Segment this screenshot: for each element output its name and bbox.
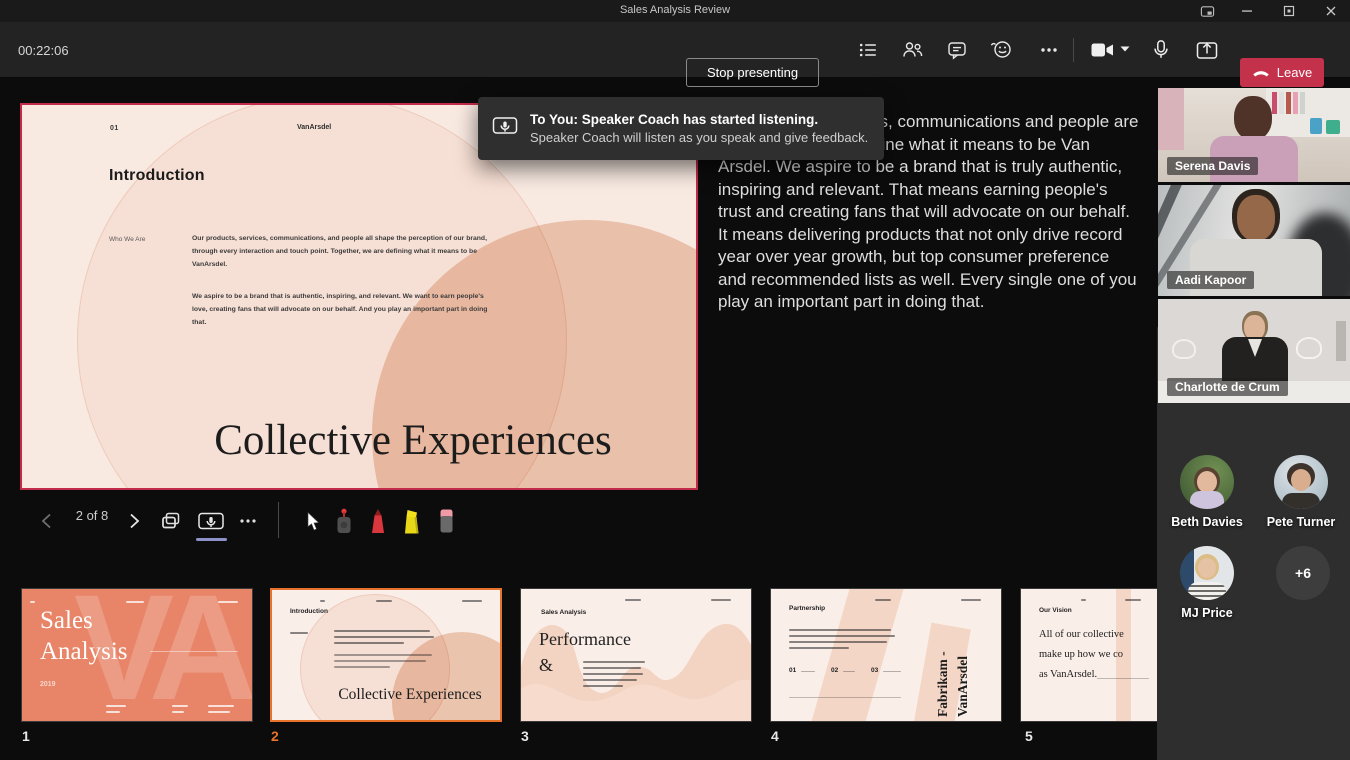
speaker-coach-toggle-icon[interactable] bbox=[194, 509, 228, 533]
slide-navigation: 2 of 8 bbox=[0, 498, 700, 544]
leave-button[interactable]: Leave bbox=[1240, 58, 1324, 87]
pop-out-icon[interactable] bbox=[1192, 0, 1222, 22]
thumbnail-number: 3 bbox=[521, 728, 529, 744]
thumbnail-step: 03 bbox=[871, 667, 878, 674]
more-options-icon[interactable] bbox=[1036, 37, 1062, 63]
speaker-coach-toast[interactable]: To You: Speaker Coach has started listen… bbox=[478, 97, 884, 160]
toast-title: To You: Speaker Coach has started listen… bbox=[530, 112, 868, 127]
video-background-chair bbox=[1296, 337, 1322, 359]
thumbnail-heading: Partnership bbox=[789, 605, 825, 612]
speaker-coach-active-indicator bbox=[196, 538, 227, 541]
avatar-pete[interactable] bbox=[1274, 455, 1328, 509]
window-title: Sales Analysis Review bbox=[0, 4, 1350, 16]
slide-thumbnail-3[interactable]: Sales Analysis Performance & bbox=[520, 588, 752, 722]
thumbnail-title-amp: & bbox=[539, 655, 553, 676]
next-slide-icon[interactable] bbox=[124, 513, 144, 529]
thumbnail-heading: Sales Analysis bbox=[541, 609, 586, 616]
toolbar-divider bbox=[1073, 38, 1074, 62]
current-slide[interactable]: 01 VanArsdel Introduction Who We Are Our… bbox=[20, 103, 698, 490]
participant-name-label: Serena Davis bbox=[1167, 157, 1258, 175]
slide-position-indicator: 2 of 8 bbox=[62, 508, 122, 523]
thumbnail-number: 2 bbox=[271, 728, 279, 744]
pen-tool[interactable] bbox=[366, 508, 390, 534]
participant-face bbox=[1234, 96, 1272, 140]
video-background bbox=[1336, 321, 1346, 361]
avatar-name: Pete Turner bbox=[1246, 515, 1350, 529]
camera-dropdown-icon[interactable] bbox=[1118, 37, 1132, 63]
slide-kicker: Who We Are bbox=[109, 236, 145, 243]
slide-thumbnail-4[interactable]: Partnership 01 02 03 Fabrikam - VanArsde… bbox=[770, 588, 1002, 722]
thumbnail-year: 2019 bbox=[40, 681, 56, 688]
reactions-icon[interactable] bbox=[988, 37, 1014, 63]
meeting-timer: 00:22:06 bbox=[18, 43, 69, 58]
thumbnail-title: Performance bbox=[539, 629, 631, 650]
thumbnail-heading: Introduction bbox=[290, 608, 328, 615]
video-tile-serena[interactable]: Serena Davis bbox=[1158, 88, 1350, 182]
slide-brand-logo: VanArsdel bbox=[297, 124, 331, 131]
video-tile-aadi[interactable]: Aadi Kapoor bbox=[1158, 185, 1350, 296]
slide-page-number: 01 bbox=[110, 125, 119, 132]
slide-title: Collective Experiences bbox=[190, 416, 636, 465]
eraser-tool[interactable] bbox=[434, 508, 458, 534]
slide-thumbnail-2[interactable]: Introduction Collective Experiences bbox=[270, 588, 502, 722]
meeting-notes-icon[interactable] bbox=[855, 37, 881, 63]
thumbnail-step: 01 bbox=[789, 667, 796, 674]
slide-body-paragraph: Our products, services, communications, … bbox=[192, 232, 492, 271]
slide-heading: Introduction bbox=[109, 167, 205, 185]
participants-icon[interactable] bbox=[899, 37, 925, 63]
thumbnail-number: 5 bbox=[1025, 728, 1033, 744]
video-background bbox=[1266, 88, 1350, 140]
thumbnail-title: SalesAnalysis bbox=[40, 605, 128, 667]
thumbnail-text-line: All of our collective bbox=[1039, 629, 1124, 640]
leave-label: Leave bbox=[1277, 65, 1312, 80]
minimize-button[interactable] bbox=[1232, 0, 1262, 22]
toast-subtitle: Speaker Coach will listen as you speak a… bbox=[530, 130, 868, 145]
overflow-participants-badge[interactable]: +6 bbox=[1276, 546, 1330, 600]
slide-more-options-icon[interactable] bbox=[236, 512, 260, 530]
laser-pointer-tool[interactable] bbox=[332, 508, 356, 534]
speaker-coach-icon bbox=[492, 114, 518, 143]
thumbnail-text-line: as VanArsdel. bbox=[1039, 669, 1097, 680]
thumbnail-step: 02 bbox=[831, 667, 838, 674]
chat-icon[interactable] bbox=[944, 37, 970, 63]
video-background-chair bbox=[1172, 339, 1196, 359]
close-button[interactable] bbox=[1316, 0, 1346, 22]
slide-body-paragraph: We aspire to be a brand that is authenti… bbox=[192, 290, 492, 329]
teams-meeting-window: Sales Analysis Review 00:22:06 Stop pres… bbox=[0, 0, 1350, 760]
thumbnail-number: 4 bbox=[771, 728, 779, 744]
mic-icon[interactable] bbox=[1148, 37, 1174, 63]
maximize-button[interactable] bbox=[1274, 0, 1304, 22]
presentation-stage: 01 VanArsdel Introduction Who We Are Our… bbox=[0, 78, 1350, 760]
camera-icon[interactable] bbox=[1086, 37, 1120, 63]
meeting-toolbar: 00:22:06 Stop presenting bbox=[0, 22, 1350, 78]
stop-presenting-button[interactable]: Stop presenting bbox=[686, 58, 819, 87]
pointer-tool[interactable] bbox=[302, 511, 324, 531]
avatar-mj[interactable] bbox=[1180, 546, 1234, 600]
video-tile-charlotte[interactable]: Charlotte de Crum bbox=[1158, 299, 1350, 403]
hang-up-icon bbox=[1252, 68, 1270, 77]
thumbnail-heading: Our Vision bbox=[1039, 607, 1072, 614]
avatar-name: MJ Price bbox=[1152, 606, 1262, 620]
nav-divider bbox=[278, 502, 279, 538]
thumbnail-vertical-title: Fabrikam - VanArsdel bbox=[933, 597, 973, 717]
highlighter-tool[interactable] bbox=[400, 508, 424, 534]
video-background bbox=[1158, 88, 1184, 150]
participant-name-label: Charlotte de Crum bbox=[1167, 378, 1288, 396]
thumbnail-text-line: make up how we co bbox=[1039, 649, 1123, 660]
thumbnail-title: Collective Experiences bbox=[324, 686, 496, 704]
slide-thumbnail-1[interactable]: VA SalesAnalysis 2019 bbox=[21, 588, 253, 722]
participant-name-label: Aadi Kapoor bbox=[1167, 271, 1254, 289]
share-screen-icon[interactable] bbox=[1194, 37, 1220, 63]
thumbnail-number: 1 bbox=[22, 728, 30, 744]
previous-slide-icon[interactable] bbox=[36, 513, 56, 529]
avatar-beth[interactable] bbox=[1180, 455, 1234, 509]
participant-face bbox=[1237, 195, 1275, 241]
grid-view-icon[interactable] bbox=[158, 510, 184, 532]
title-bar: Sales Analysis Review bbox=[0, 0, 1350, 22]
